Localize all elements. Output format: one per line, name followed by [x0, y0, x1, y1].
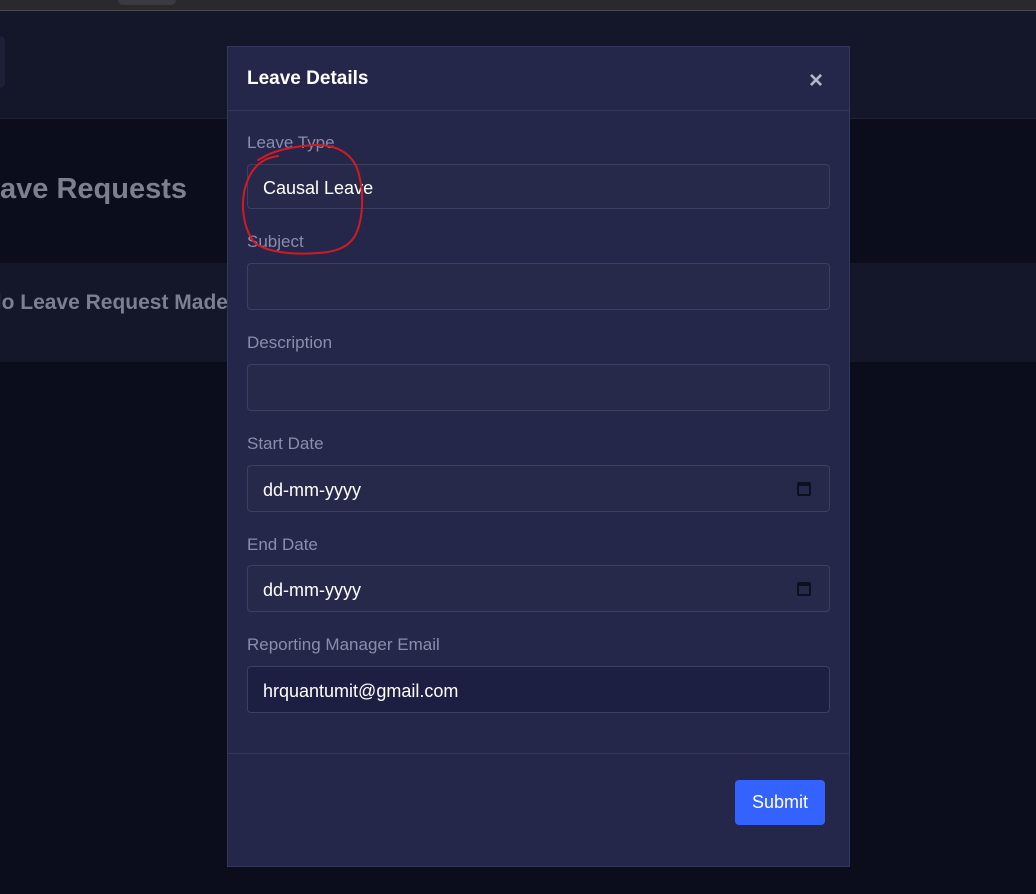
close-icon[interactable]: × — [806, 69, 826, 93]
header-button[interactable] — [0, 36, 5, 88]
manager-email-input[interactable]: hrquantumit@gmail.com — [247, 666, 830, 713]
calendar-icon[interactable] — [797, 582, 811, 596]
subject-label: Subject — [247, 232, 304, 251]
page-title: ave Requests — [0, 173, 187, 205]
modal-footer-divider — [228, 753, 849, 754]
manager-email-value: hrquantumit@gmail.com — [263, 681, 459, 701]
leave-details-modal: Leave Details × Leave Type Causal Leave … — [227, 46, 850, 867]
end-date-input[interactable]: dd-mm-yyyy — [247, 565, 830, 612]
manager-email-label: Reporting Manager Email — [247, 635, 440, 654]
end-date-label: End Date — [247, 535, 318, 554]
end-date-placeholder: dd-mm-yyyy — [263, 580, 361, 600]
leave-type-value: Causal Leave — [263, 178, 374, 198]
description-label: Description — [247, 333, 333, 352]
submit-button[interactable]: Submit — [735, 780, 825, 825]
calendar-icon[interactable] — [797, 482, 811, 496]
description-input[interactable] — [247, 364, 830, 411]
modal-title: Leave Details — [247, 68, 369, 89]
subject-input[interactable] — [247, 263, 830, 310]
modal-header: Leave Details × — [228, 47, 849, 111]
browser-chrome-strip — [0, 0, 1036, 11]
leave-type-input[interactable]: Causal Leave — [247, 164, 830, 209]
start-date-label: Start Date — [247, 434, 324, 453]
start-date-placeholder: dd-mm-yyyy — [263, 480, 361, 500]
browser-tab[interactable] — [118, 0, 176, 5]
empty-state-message: lo Leave Request Made — [0, 291, 228, 314]
start-date-input[interactable]: dd-mm-yyyy — [247, 465, 830, 512]
leave-type-label: Leave Type — [247, 133, 335, 152]
